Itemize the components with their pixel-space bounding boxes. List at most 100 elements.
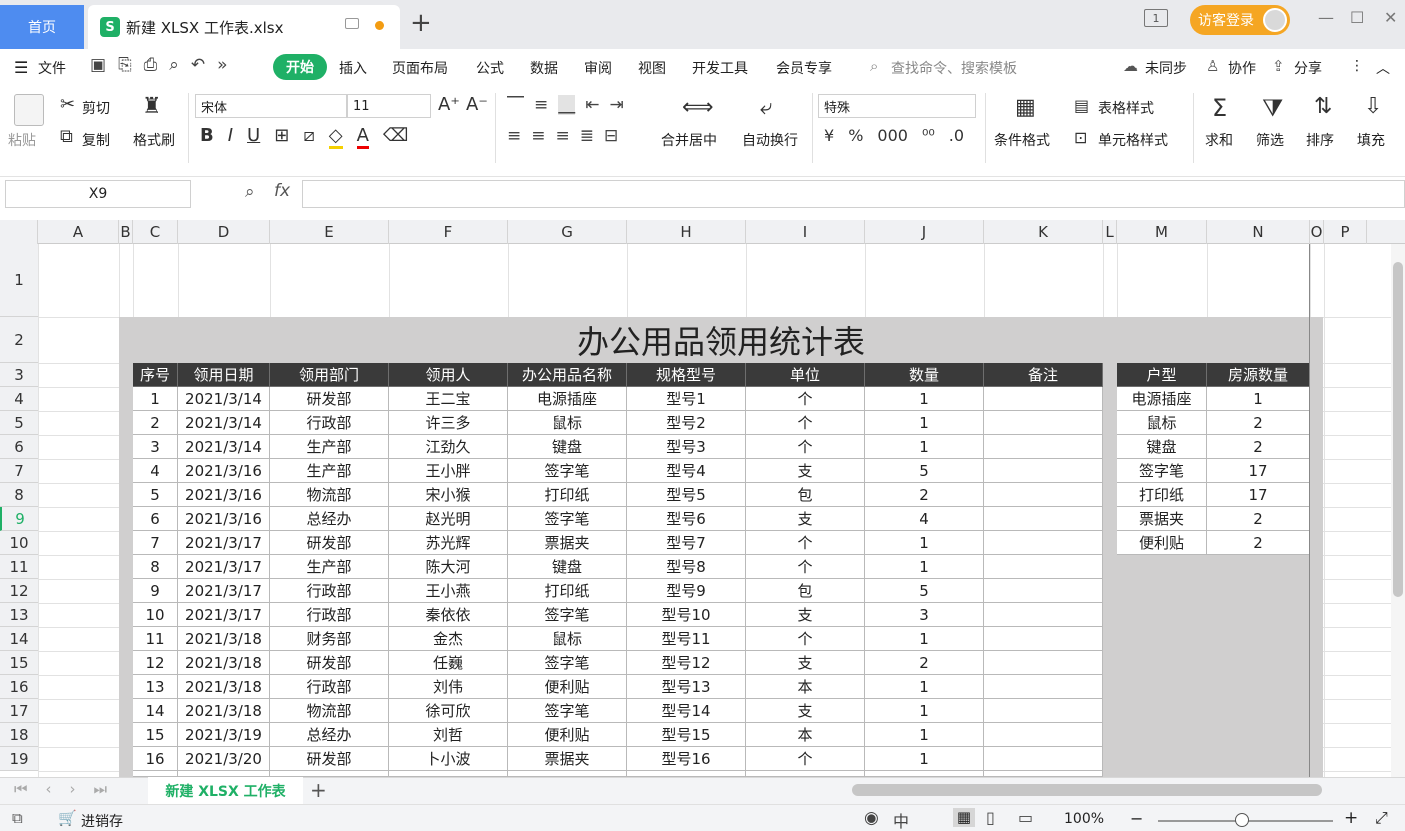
table-cell[interactable]: 型号3	[627, 435, 746, 459]
row-header[interactable]: 2	[0, 317, 38, 363]
column-header[interactable]: P	[1324, 220, 1367, 244]
guest-login-button[interactable]: 访客登录	[1190, 5, 1290, 35]
table-cell[interactable]: 1	[865, 723, 984, 747]
cell-style-icon[interactable]: ⧄	[303, 125, 314, 149]
sync-button[interactable]: 未同步	[1145, 58, 1187, 78]
table-cell[interactable]: 型号8	[627, 555, 746, 579]
table-cell[interactable]	[984, 627, 1103, 651]
table-cell[interactable]: 5	[865, 459, 984, 483]
row-header[interactable]: 9	[0, 507, 38, 531]
table-cell[interactable]	[984, 651, 1103, 675]
input-method-icon[interactable]: 中	[893, 808, 909, 831]
indent-increase-icon[interactable]: ⇥	[610, 95, 624, 115]
bold-icon[interactable]: B	[200, 125, 214, 149]
table-cell[interactable]: 研发部	[270, 387, 389, 411]
table-cell[interactable]: 2021/3/17	[178, 531, 270, 555]
row-header[interactable]: 10	[0, 531, 38, 555]
column-header[interactable]: B	[119, 220, 133, 244]
table-cell[interactable]: 本	[746, 723, 865, 747]
column-header[interactable]: H	[627, 220, 746, 244]
tab-data[interactable]: 数据	[530, 58, 558, 78]
table-cell[interactable]: 型号10	[627, 603, 746, 627]
table-cell[interactable]	[984, 603, 1103, 627]
table-cell[interactable]: 1	[865, 627, 984, 651]
sum-button[interactable]: 求和	[1205, 130, 1233, 150]
row-header[interactable]: 19	[0, 747, 38, 771]
table-cell[interactable]: 14	[133, 699, 178, 723]
italic-icon[interactable]: I	[228, 125, 233, 149]
share-button[interactable]: 分享	[1294, 58, 1322, 78]
table-cell[interactable]: 生产部	[270, 435, 389, 459]
table-cell[interactable]: 宋小猴	[389, 483, 508, 507]
table-cell[interactable]: 便利贴	[508, 675, 627, 699]
table-cell[interactable]: 研发部	[270, 531, 389, 555]
side-table-cell[interactable]: 鼠标	[1117, 411, 1207, 435]
paste-button[interactable]: 粘贴	[8, 130, 36, 150]
table-cell[interactable]: 3	[865, 603, 984, 627]
row-header[interactable]: 18	[0, 723, 38, 747]
table-cell[interactable]: 王小胖	[389, 459, 508, 483]
table-cell[interactable]: 打印纸	[508, 483, 627, 507]
thousands-icon[interactable]: 000	[877, 126, 908, 145]
filter-button[interactable]: 筛选	[1256, 130, 1284, 150]
page-view-icon[interactable]: ▯	[986, 808, 995, 827]
add-sheet-button[interactable]: +	[310, 778, 327, 802]
table-cell[interactable]	[984, 387, 1103, 411]
home-tab[interactable]: 首页	[0, 5, 84, 49]
table-cell[interactable]: 2021/3/14	[178, 435, 270, 459]
side-table-cell[interactable]: 电源插座	[1117, 387, 1207, 411]
conditional-format-button[interactable]: 条件格式	[994, 130, 1050, 150]
table-cell[interactable]: 10	[133, 603, 178, 627]
align-top-icon[interactable]: ⎺	[507, 95, 524, 115]
table-cell[interactable]: 型号1	[627, 387, 746, 411]
side-table-cell[interactable]: 签字笔	[1117, 459, 1207, 483]
row-header[interactable]: 11	[0, 555, 38, 579]
table-header-cell[interactable]: 办公用品名称	[508, 363, 627, 387]
table-cell[interactable]	[984, 507, 1103, 531]
normal-view-icon[interactable]: ▦	[953, 808, 975, 827]
table-cell[interactable]: 赵光明	[389, 507, 508, 531]
table-cell[interactable]: 票据夹	[508, 747, 627, 771]
column-header[interactable]: C	[133, 220, 178, 244]
table-cell[interactable]: 型号7	[627, 531, 746, 555]
table-cell[interactable]: 秦依依	[389, 603, 508, 627]
tab-review[interactable]: 审阅	[584, 58, 612, 78]
export-icon[interactable]: ⎘	[118, 55, 132, 75]
table-cell[interactable]	[984, 531, 1103, 555]
side-table-cell[interactable]: 票据夹	[1117, 507, 1207, 531]
wrap-text-button[interactable]: 自动换行	[742, 130, 798, 150]
row-header[interactable]: 1	[0, 244, 38, 317]
menu-file[interactable]: 文件	[38, 58, 66, 78]
row-header[interactable]: 13	[0, 603, 38, 627]
side-table-cell[interactable]: 打印纸	[1117, 483, 1207, 507]
table-cell[interactable]: 电源插座	[508, 387, 627, 411]
table-cell[interactable]: 键盘	[508, 435, 627, 459]
column-header[interactable]: I	[746, 220, 865, 244]
column-header[interactable]: J	[865, 220, 984, 244]
table-cell[interactable]: 刘伟	[389, 675, 508, 699]
table-cell[interactable]: 2021/3/16	[178, 507, 270, 531]
hamburger-icon[interactable]: ☰	[14, 58, 28, 77]
table-cell[interactable]: 型号2	[627, 411, 746, 435]
table-cell[interactable]: 型号13	[627, 675, 746, 699]
table-cell[interactable]: 个	[746, 747, 865, 771]
last-sheet-icon[interactable]: ⏭	[94, 780, 108, 798]
add-tab-button[interactable]: +	[410, 8, 432, 38]
table-cell[interactable]: 行政部	[270, 579, 389, 603]
table-cell[interactable]: 2021/3/20	[178, 747, 270, 771]
table-cell[interactable]	[984, 435, 1103, 459]
side-table-cell[interactable]: 1	[1207, 387, 1310, 411]
column-header[interactable]: N	[1207, 220, 1310, 244]
table-cell[interactable]: 型号16	[627, 747, 746, 771]
tab-start[interactable]: 开始	[273, 54, 327, 80]
column-header[interactable]: K	[984, 220, 1103, 244]
font-shrink-icon[interactable]: A⁻	[466, 94, 488, 115]
copy-button[interactable]: 复制	[82, 130, 110, 150]
table-style-button[interactable]: 表格样式	[1098, 98, 1154, 118]
table-cell[interactable]: 2021/3/18	[178, 627, 270, 651]
font-size-select[interactable]: 11	[347, 94, 431, 118]
more-icon[interactable]: »	[217, 55, 227, 75]
table-cell[interactable]: 总经办	[270, 507, 389, 531]
underline-icon[interactable]: U	[247, 125, 260, 149]
font-color-icon[interactable]: A	[356, 125, 369, 149]
